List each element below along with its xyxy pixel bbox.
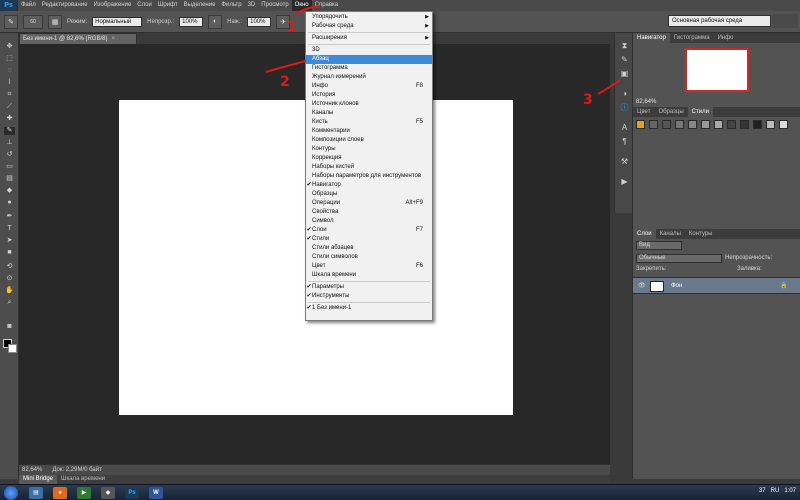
keyboard-language[interactable]: RU	[771, 488, 780, 494]
photoshop-taskbar-icon[interactable]: Ps	[125, 486, 139, 499]
windows-taskbar: ▤ ● ▶ ◆ Ps W 37 RU 1:07	[0, 484, 800, 500]
annotation-arrow-3	[597, 79, 621, 95]
start-button[interactable]	[4, 485, 18, 500]
media-taskbar-icon[interactable]: ▶	[77, 486, 91, 499]
annotation-number-3: 3	[583, 92, 593, 108]
photoshop-window: Ps Файл Редактирование Изображение Слои Шриф…	[0, 0, 800, 500]
explorer-taskbar-icon[interactable]: ▤	[29, 486, 43, 499]
word-taskbar-icon[interactable]: W	[149, 486, 163, 499]
clock[interactable]: 1:07	[784, 488, 796, 494]
annotation-arrow-2	[265, 60, 307, 73]
annotation-overlay	[265, 5, 621, 95]
annotation-arrow-1	[295, 5, 321, 15]
annotation-number-2: 2	[280, 74, 290, 90]
system-tray: 37 RU 1:07	[759, 488, 796, 494]
firefox-taskbar-icon[interactable]: ●	[53, 486, 67, 499]
app-taskbar-icon[interactable]: ◆	[101, 486, 115, 499]
tray-count[interactable]: 37	[759, 488, 766, 494]
annotation-number-1: 1	[287, 19, 297, 35]
